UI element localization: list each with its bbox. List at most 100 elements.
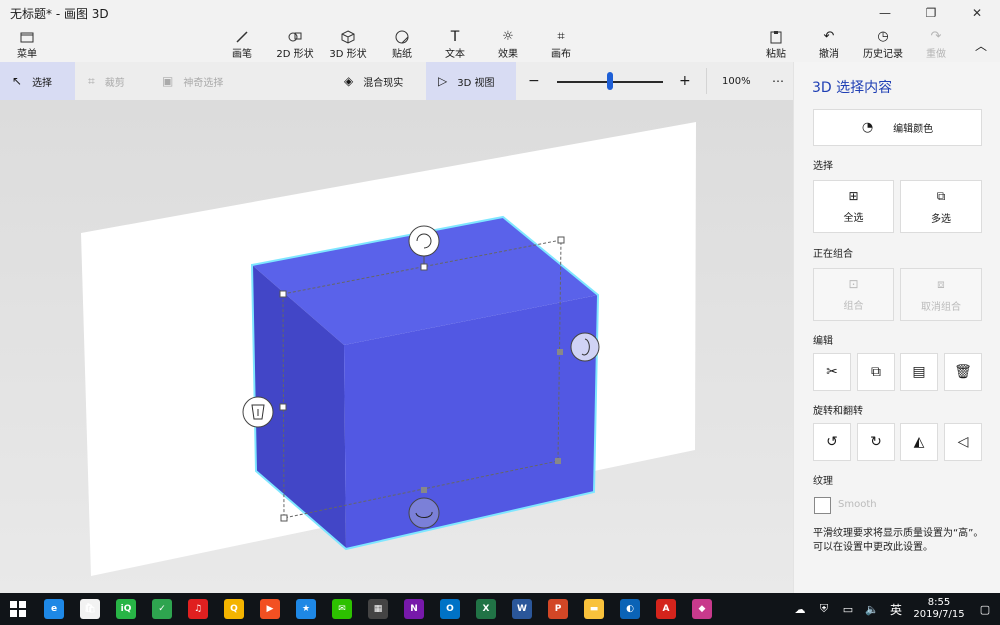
history-label: 历史记录 (863, 49, 903, 60)
qq-browser-taskbar-button[interactable]: Q (216, 593, 252, 625)
battery-icon[interactable]: ▭ (836, 593, 860, 625)
file-explorer-taskbar-button[interactable]: ▬ (576, 593, 612, 625)
selection-handle[interactable] (420, 263, 428, 271)
volume-icon[interactable]: 🔈 (860, 593, 884, 625)
rotate-left-button[interactable]: ↺ (813, 423, 851, 461)
assistant-taskbar-button[interactable]: ★ (288, 593, 324, 625)
selection-handle[interactable] (557, 349, 563, 355)
scene-svg[interactable] (0, 100, 793, 593)
restore-button[interactable]: ❐ (908, 0, 954, 26)
ribbon-2d-shapes[interactable]: 2D 形状 (274, 28, 316, 62)
flip-horizontal-button[interactable]: ◭ (900, 423, 938, 461)
view-3d-toggle[interactable]: ▷ 3D 视图 (426, 62, 516, 100)
close-button[interactable]: ✕ (954, 0, 1000, 26)
toolbar: ↖ 选择 ⌗ 裁剪 ▣ 神奇选择 ◈ 混合现实 ▷ 3D 视图 − + 100%… (0, 62, 793, 100)
excel-taskbar-button[interactable]: X (468, 593, 504, 625)
edge-taskbar-button[interactable]: e (36, 593, 72, 625)
rotate-y-handle-icon[interactable] (570, 332, 600, 362)
netease-music-icon: ♫ (188, 599, 208, 619)
flip-horizontal-icon: ◭ (913, 434, 925, 450)
trash-icon: 🗑 (954, 364, 972, 380)
depth-handle-icon[interactable] (242, 396, 274, 428)
notification-icon[interactable]: ▢ (970, 593, 1000, 625)
flip-vertical-button[interactable]: ◁ (944, 423, 982, 461)
select-tool-label: 选择 (32, 77, 53, 89)
rotate-x-handle-icon[interactable] (408, 497, 440, 529)
photos-taskbar-button[interactable]: ◐ (612, 593, 648, 625)
text-icon: T (450, 28, 460, 45)
ribbon-canvas[interactable]: ⌗ 画布 (547, 28, 575, 62)
ime-indicator[interactable]: 英 (884, 593, 908, 625)
ribbon-text-label: 文本 (445, 49, 465, 60)
ribbon-3d-shapes-label: 3D 形状 (329, 49, 367, 60)
selection-handle[interactable] (280, 514, 288, 522)
ribbon-stickers[interactable]: 贴纸 (388, 28, 416, 62)
select-all-button[interactable]: ⊞ 全选 (813, 180, 894, 233)
netease-music-taskbar-button[interactable]: ♫ (180, 593, 216, 625)
plus-icon: + (679, 73, 691, 89)
onedrive-icon[interactable]: ☁ (788, 593, 812, 625)
ribbon-3d-shapes[interactable]: 3D 形状 (327, 28, 369, 62)
acrobat-taskbar-button[interactable]: A (648, 593, 684, 625)
collapse-ribbon-button[interactable]: ︿ (970, 28, 992, 62)
ribbon-brushes[interactable]: 画笔 (226, 28, 258, 62)
ribbon-effects[interactable]: ☼ 效果 (494, 28, 522, 62)
zoom-in-button[interactable]: + (667, 62, 703, 100)
clock[interactable]: 8:55 2019/7/15 (908, 597, 970, 621)
minimize-button[interactable]: — (862, 0, 908, 26)
outlook-taskbar-button[interactable]: O (432, 593, 468, 625)
edit-color-button[interactable]: ◔ 编辑颜色 (813, 109, 982, 146)
defender-icon[interactable]: ⛨ (812, 593, 836, 625)
start-button[interactable] (0, 593, 36, 625)
delete-button[interactable]: 🗑 (944, 353, 982, 391)
store-taskbar-button[interactable]: 🛍 (72, 593, 108, 625)
redo-button[interactable]: ↷ 重做 (922, 28, 950, 62)
mixed-reality-button[interactable]: ◈ 混合现实 (332, 62, 422, 100)
view-3d-icon: ▷ (438, 74, 448, 88)
ribbon-text[interactable]: T 文本 (441, 28, 469, 62)
wechat-taskbar-button[interactable]: ✉ (324, 593, 360, 625)
smooth-checkbox[interactable] (814, 497, 831, 514)
calculator-taskbar-button[interactable]: ▦ (360, 593, 396, 625)
wechat-work-taskbar-button[interactable]: ✓ (144, 593, 180, 625)
menu-button[interactable]: 菜单 (12, 28, 42, 62)
video-icon: ▶ (260, 599, 280, 619)
view-3d-label: 3D 视图 (457, 77, 495, 89)
copy-button[interactable]: ⧉ (857, 353, 895, 391)
history-button[interactable]: ◷ 历史记录 (860, 28, 906, 62)
title-bar: 无标题* - 画图 3D — ❐ ✕ (0, 0, 1000, 26)
powerpoint-taskbar-button[interactable]: P (540, 593, 576, 625)
cut-button[interactable]: ✂ (813, 353, 851, 391)
undo-button[interactable]: ↶ 撤消 (815, 28, 843, 62)
selection-handle[interactable] (279, 403, 287, 411)
scissors-icon: ✂ (826, 364, 838, 380)
ribbon-2d-shapes-label: 2D 形状 (276, 49, 314, 60)
crop-tool[interactable]: ⌗ 裁剪 (76, 62, 146, 100)
rotate-z-handle-icon[interactable] (408, 225, 440, 257)
selection-handle[interactable] (279, 290, 287, 298)
word-taskbar-button[interactable]: W (504, 593, 540, 625)
paste-button[interactable]: 粘贴 (762, 28, 790, 62)
selection-handle[interactable] (421, 487, 427, 493)
brush-icon (235, 28, 249, 45)
paste-panel-button[interactable]: ▤ (900, 353, 938, 391)
more-options-button[interactable]: ⋯ (760, 62, 792, 100)
iqiyi-taskbar-button[interactable]: iQ (108, 593, 144, 625)
group-button[interactable]: ⊡ 组合 (813, 268, 894, 321)
select-tool[interactable]: ↖ 选择 (0, 62, 75, 100)
multi-select-button[interactable]: ⧉ 多选 (900, 180, 982, 233)
onenote-taskbar-button[interactable]: N (396, 593, 432, 625)
video-taskbar-button[interactable]: ▶ (252, 593, 288, 625)
selection-handle[interactable] (555, 458, 561, 464)
edit-section-label: 编辑 (813, 336, 833, 347)
canvas-area[interactable] (0, 100, 793, 593)
zoom-out-button[interactable]: − (516, 62, 552, 100)
selection-handle[interactable] (557, 236, 565, 244)
magic-select-tool[interactable]: ▣ 神奇选择 (150, 62, 250, 100)
paint3d-taskbar-button[interactable]: ◆ (684, 593, 720, 625)
rotate-right-button[interactable]: ↻ (857, 423, 895, 461)
ungroup-button[interactable]: ⧈ 取消组合 (900, 268, 982, 321)
excel-icon: X (476, 599, 496, 619)
zoom-slider-thumb[interactable] (607, 72, 613, 90)
zoom-value[interactable]: 100% (710, 62, 760, 100)
